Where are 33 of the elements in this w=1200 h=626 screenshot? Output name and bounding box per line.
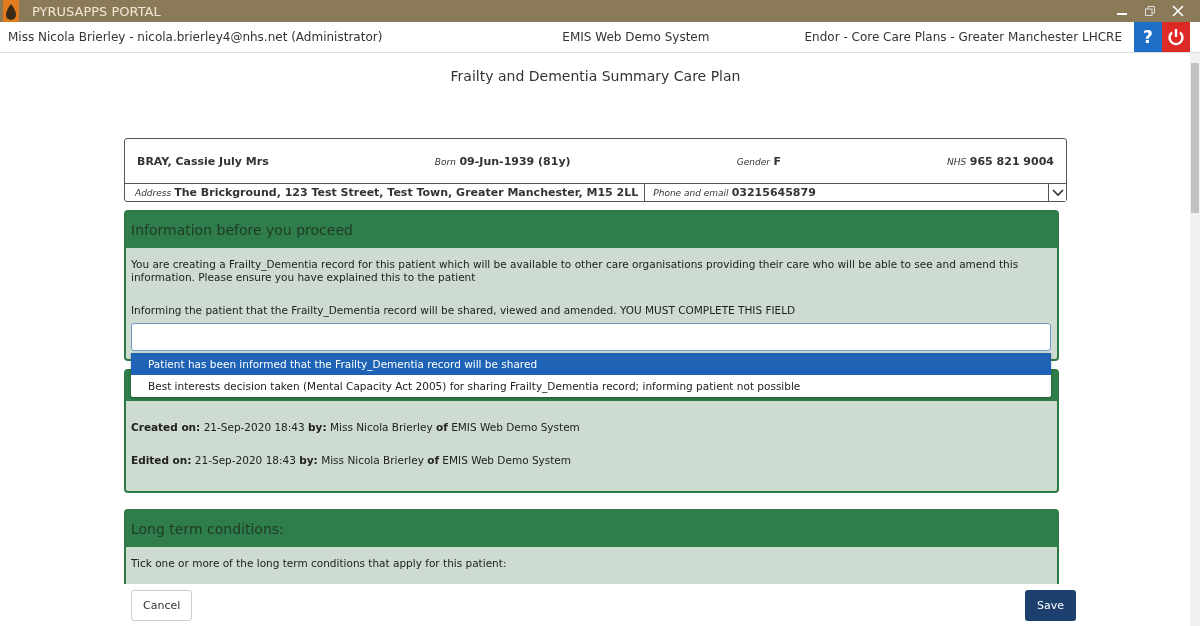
power-icon [1166, 27, 1186, 47]
scrollbar[interactable] [1190, 53, 1200, 626]
patient-name: BRAY, Cassie July Mrs [137, 154, 269, 168]
logo-icon [0, 0, 22, 22]
help-button[interactable]: ? [1134, 22, 1162, 52]
cancel-button[interactable]: Cancel [131, 589, 193, 621]
birth-date: Born 09-Jun-1939 (81y) [434, 154, 571, 168]
address: Address The Brickground, 123 Test Street, Test Town, Greater Manchester, M15 2LL [125, 184, 646, 201]
audit-line: Edited on: 21-Sep-2020 18:43 by: Miss Nicola Brierley of EMIS Web Demo System [131, 454, 573, 467]
dropdown-option[interactable]: Best interests decision taken (Mental Capacity Act 2005) for sharing Frailty_Dementia record; informing patient not possible [131, 375, 1051, 397]
restore-icon[interactable] [1144, 5, 1156, 17]
window-title: PYRUSAPPS PORTAL [32, 3, 161, 19]
user-label: Miss Nicola Brierley - nicola.brierley4@nhs.net (Administrator) [8, 30, 383, 44]
page-title: Frailty and Dementia Summary Care Plan [449, 68, 742, 86]
panel-header: Long term conditions: [126, 511, 1057, 547]
nhs-number: NHS 965 821 9004 [947, 154, 1054, 168]
panel-header: Information before you proceed [126, 212, 1057, 248]
instruction-text: Tick one or more of the long term conditions that apply for this patient: [131, 557, 508, 570]
scrollbar-thumb[interactable] [1191, 63, 1199, 213]
audit-line: Created on: 21-Sep-2020 18:43 by: Miss Nicola Brierley of EMIS Web Demo System [131, 421, 581, 434]
field-label: Informing the patient that the Frailty_Dementia record will be shared, viewed and amended. YOU MUST COMPLETE THIS FIELD [131, 304, 797, 317]
expand-button[interactable] [1048, 184, 1066, 201]
system-label: EMIS Web Demo System [562, 30, 710, 44]
power-button[interactable] [1162, 22, 1190, 52]
close-icon[interactable] [1172, 5, 1184, 17]
input-field[interactable] [131, 323, 1051, 351]
save-button[interactable]: Save [1025, 589, 1076, 621]
gender: Gender F [736, 154, 781, 168]
chevron-down-icon [1051, 188, 1064, 197]
info-text: You are creating a Frailty_Dementia record for this patient which will be available to other care organisations providing their care who will be able to see and amend this information. Please ensure you have explained this to the patient [131, 258, 1020, 284]
organisation-label: Endor - Core Care Plans - Greater Manchester LHCRE [804, 30, 1122, 44]
dropdown-option[interactable]: Patient has been informed that the Frailty_Dementia record will be shared [131, 353, 1051, 375]
phone: Phone and email 03215645879 [652, 186, 817, 199]
